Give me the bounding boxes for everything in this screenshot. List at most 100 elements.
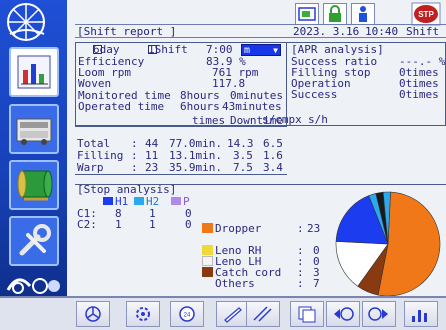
woven-value: 117.8 [212,77,246,90]
copy-button[interactable] [290,301,324,327]
table-colon: : [131,149,138,162]
c2-p: 0 [185,218,192,231]
category-others-value: 7 [313,277,320,290]
main-panel: STP [Shift report ] 2023. 3.16 10:40 Shi… [67,0,446,296]
category-swatch-leno-lh [202,256,213,266]
table-row-total-downtime: 77.0min. [169,137,222,150]
table-header-sh: s/h [308,113,328,126]
chart-button[interactable] [404,301,438,327]
legend-swatch-h1 [103,197,113,205]
apr-title: [APR analysis] [291,43,384,56]
card-icon [298,7,316,21]
timer-button[interactable]: 24 [170,301,204,327]
next-icon [368,307,388,321]
table-header-scmpx: s/cmpx [262,113,302,126]
chart-icon [412,310,427,322]
table-colon: : [131,161,138,174]
title-bar: [Shift report ] 2023. 3.16 10:40 Shift 1 [75,24,446,38]
sidebar-beam-button[interactable] [9,160,59,210]
table-row-warp-scmpx: 7.5 [233,161,253,174]
table-row-filling-sh: 1.6 [263,149,283,162]
next-button[interactable] [362,301,396,327]
settings-button[interactable] [76,301,110,327]
page-title: [Shift report ] [77,25,177,38]
lock-icon [329,5,341,22]
table-row-warp-label: Warp [77,161,104,174]
svg-text:STP: STP [418,10,434,19]
report-icon [17,55,51,89]
c2-h2: 1 [149,218,156,231]
table-row-total-times: 44 [145,137,159,150]
day-label: 6day [93,43,120,56]
operated-hours: 6hours [180,100,220,113]
woven-unit-select[interactable]: m ▼ [241,44,281,56]
settings-icon [85,306,101,322]
category-swatch-leno-rh [202,245,213,255]
legend-swatch-p [171,197,181,205]
operated-label: Operated time [78,100,165,113]
stop-icon[interactable]: STP [411,2,441,26]
table-row-total-scmpx: 14.3 [227,137,254,150]
category-swatch-catch-cord [202,267,213,277]
operated-minutes: 43minutes [222,100,282,113]
pencil-icon [253,306,272,322]
date-text: 2023. 3.16 [293,25,360,38]
svg-text:24: 24 [184,313,191,319]
category-colon: : [297,222,304,235]
category-colon: : [297,277,304,290]
operator-button[interactable] [351,3,375,25]
chevron-down-icon: ▼ [273,46,278,55]
sidebar-report-button[interactable] [9,47,59,97]
screen: STP [Shift report ] 2023. 3.16 10:40 Shi… [0,0,446,330]
apr-success-value: 0times [399,88,439,101]
shift-label: 1Shift [148,43,188,56]
shift-text: Shift 1 [406,25,446,38]
sidebar [0,0,67,296]
timer-icon: 24 [179,306,195,322]
company-logo-icon [7,3,45,41]
bottom-toolbar: 24 [0,296,446,330]
apr-success-label: Success [291,88,338,101]
table-row-filling-times: 11 [145,149,159,162]
category-dropper-label: Dropper [215,222,262,235]
stop-analysis-title: [Stop analysis] [77,183,177,196]
category-dropper-value: 23 [307,222,321,235]
stop-pie-chart [335,191,441,296]
c2-label: C2: [77,218,97,231]
time-text: 10:40 [365,25,399,38]
c2-h1: 1 [115,218,122,231]
prev-icon [334,307,354,321]
table-header-times: times [192,114,226,127]
category-others-label: Others [215,277,255,290]
beam-icon [17,170,53,201]
category-swatch-dropper [202,223,213,233]
sidebar-tools-button[interactable] [9,216,59,266]
card-button[interactable] [295,3,319,25]
pen-icon [224,307,242,323]
tools-icon [19,224,51,256]
gear-button[interactable] [126,301,160,327]
loom-icon [16,118,52,145]
woven-unit: m [244,45,251,56]
table-row-total-label: Total [77,137,111,150]
divider [75,174,287,175]
brand-logo-icon [6,278,60,294]
legend-swatch-h2 [134,197,144,205]
operator-icon [359,6,367,22]
woven-label: Woven [78,77,112,90]
divider [75,126,287,127]
table-row-warp-sh: 3.4 [263,161,283,174]
gear-icon [136,307,150,321]
pen-button[interactable] [216,301,250,327]
copy-icon [298,306,316,323]
legend-h1: H1 [115,195,129,208]
table-row-total-sh: 6.5 [263,137,283,150]
lock-button[interactable] [323,3,347,25]
legend-h2: H2 [146,195,160,208]
sidebar-loom-button[interactable] [9,104,59,154]
table-colon: : [131,137,138,150]
table-row-warp-times: 23 [145,161,159,174]
table-row-filling-downtime: 13.1min. [169,149,222,162]
pencil-button[interactable] [246,301,280,327]
prev-button[interactable] [326,301,360,327]
